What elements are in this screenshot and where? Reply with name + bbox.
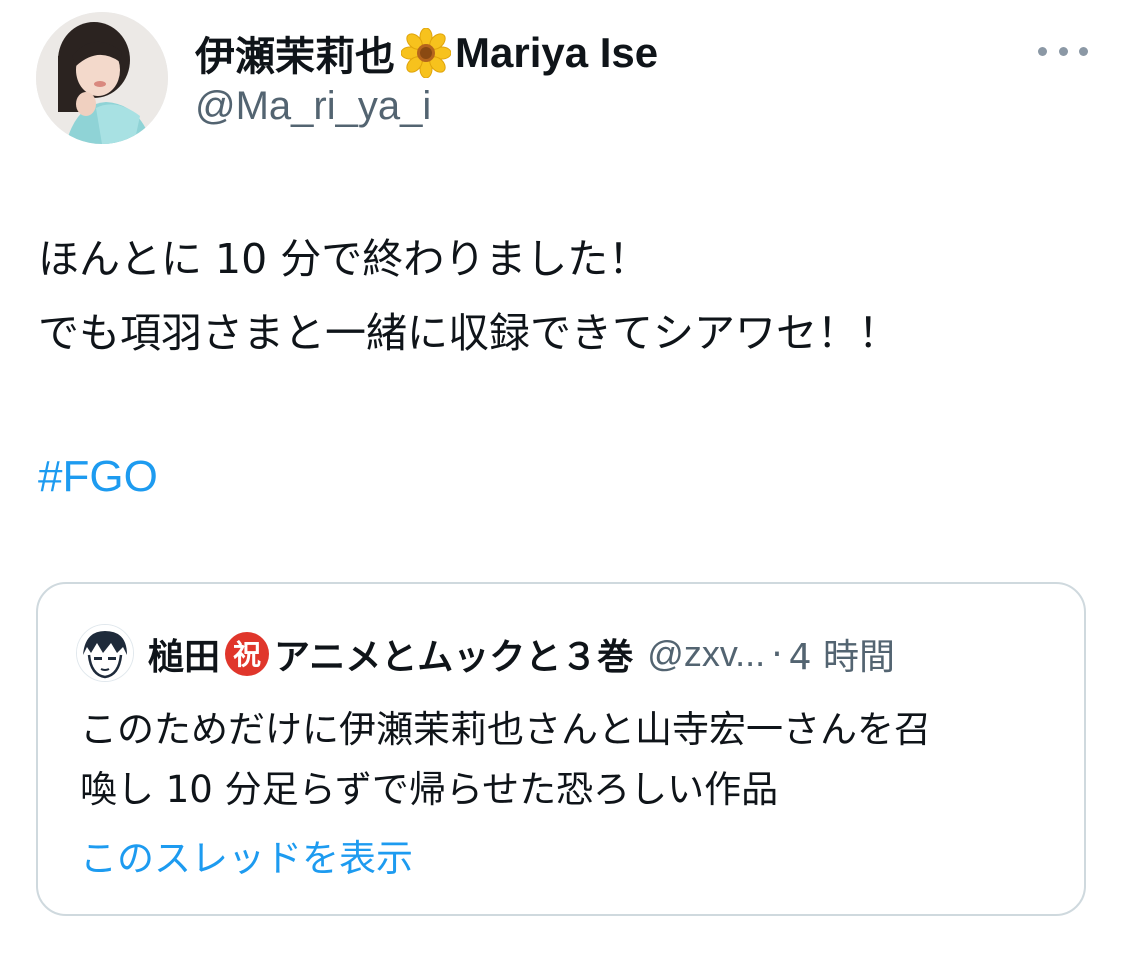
- author-handle[interactable]: @Ma_ri_ya_i: [195, 84, 431, 129]
- quoted-author-avatar[interactable]: [76, 624, 134, 682]
- tweet-text: ほんとに 10 分で終わりました！ でも項羽さまと一緒に収録できてシアワセ！！: [38, 222, 1088, 370]
- author-avatar-image: [36, 12, 168, 144]
- quoted-timestamp[interactable]: 4 時間: [789, 628, 895, 680]
- more-dot: [1058, 46, 1068, 56]
- congratulation-kanji-icon: 祝: [224, 631, 270, 677]
- quoted-author-handle: @zxv...: [647, 633, 766, 674]
- quoted-text-line: このためだけに伊瀬茉莉也さんと山寺宏一さんを召: [80, 708, 931, 751]
- tweet-text-line: ほんとに 10 分で終わりました！: [38, 235, 650, 283]
- show-thread-link[interactable]: このスレッドを表示: [80, 828, 413, 882]
- more-dot: [1079, 46, 1088, 56]
- more-dot: [1038, 46, 1047, 56]
- quoted-author-name-part1: 槌田: [148, 637, 221, 678]
- hashtag-link[interactable]: #FGO: [38, 452, 158, 502]
- quoted-tweet-text: このためだけに伊瀬茉莉也さんと山寺宏一さんを召 喚し 10 分足らずで帰らせた恐…: [80, 700, 1070, 820]
- quoted-separator: ·: [771, 633, 783, 675]
- more-options-icon[interactable]: [1038, 36, 1088, 66]
- quoted-text-line: 喚し 10 分足らずで帰らせた恐ろしい作品: [80, 768, 779, 811]
- quoted-tweet-card[interactable]: 槌田 祝 アニメとムックと３巻 @zxv... · 4 時間 このためだけに伊瀬…: [36, 582, 1086, 916]
- svg-text:祝: 祝: [233, 638, 261, 671]
- quoted-author-name-part2: アニメとムックと３巻: [274, 637, 634, 678]
- author-name-row[interactable]: 伊瀬茉莉也 Mariya Ise: [195, 27, 659, 80]
- tweet: 伊瀬茉莉也 Mariya Ise @Ma_ri_ya_i ほんとに 10 分で終…: [0, 0, 1125, 960]
- author-avatar[interactable]: [36, 12, 168, 144]
- quoted-author-row: 槌田 祝 アニメとムックと３巻 @zxv... · 4 時間: [148, 628, 895, 680]
- tweet-text-line: でも項羽さまと一緒に収録できてシアワセ！！: [38, 309, 899, 357]
- author-display-name-en: Mariya Ise: [455, 29, 659, 76]
- quoted-author-avatar-image: [77, 625, 133, 681]
- author-display-name-ja: 伊瀬茉莉也: [195, 34, 395, 80]
- sunflower-icon: [400, 27, 452, 79]
